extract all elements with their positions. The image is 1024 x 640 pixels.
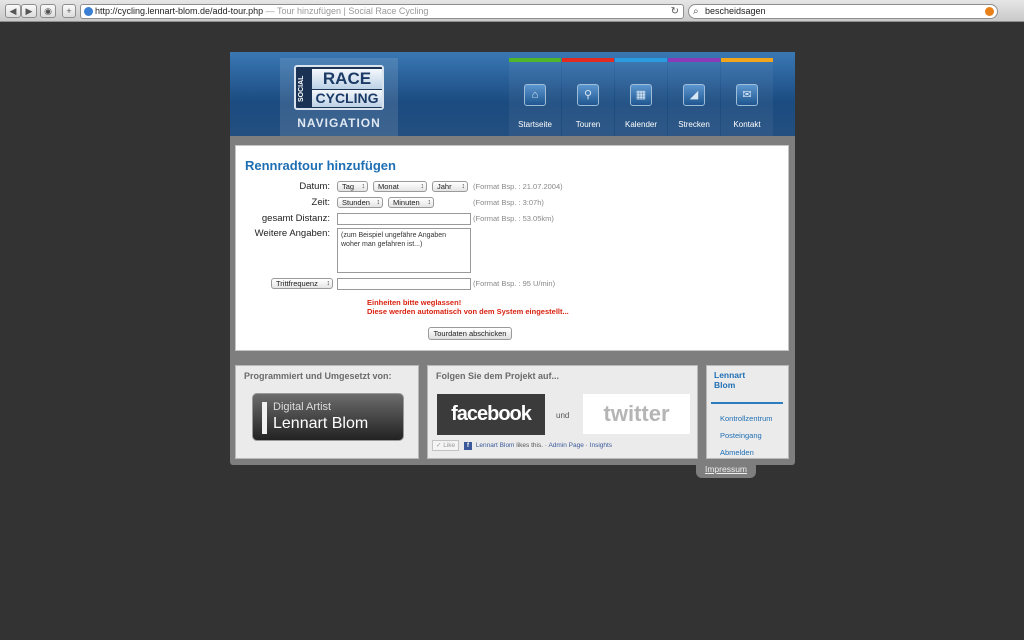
nav-label: Kontakt <box>733 120 761 129</box>
mail-icon: ✉ <box>736 84 758 106</box>
like-button[interactable]: ✓ Like <box>432 440 460 451</box>
stunden-select[interactable]: Stunden <box>337 197 383 208</box>
navigation-heading: NAVIGATION <box>297 116 381 130</box>
trittfrequenz-hint: (Format Bsp. : 95 U/min) <box>473 279 556 288</box>
site-frame: SOCIAL RACE CYCLING NAVIGATION ⌂ Startse… <box>230 52 795 465</box>
facebook-logo[interactable]: facebook <box>437 394 545 435</box>
impressum-link[interactable]: Impressum <box>705 464 747 474</box>
back-button[interactable]: ◀ <box>5 4 21 18</box>
like-name-link[interactable]: Lennart Blom <box>476 442 515 449</box>
admin-page-link[interactable]: Admin Page <box>548 442 583 449</box>
angaben-textarea[interactable]: (zum Beispiel ungefähre Angaben woher ma… <box>337 228 471 273</box>
da-top-text: Digital Artist <box>273 401 332 413</box>
nav-item-kalender[interactable]: ▦ Kalender <box>615 58 667 136</box>
nav-color-bar <box>562 58 614 62</box>
add-tab-button[interactable]: + <box>62 4 76 18</box>
history-icon[interactable]: ◉ <box>40 4 56 18</box>
credits-panel: Programmiert und Umgesetzt von: Digital … <box>235 365 419 459</box>
user-panel: Lennart Blom Kontrollzentrum Posteingang… <box>706 365 789 459</box>
site-header: SOCIAL RACE CYCLING NAVIGATION ⌂ Startse… <box>230 52 795 136</box>
impressum-tab: Impressum <box>696 461 756 478</box>
posteingang-link[interactable]: Posteingang <box>720 431 762 440</box>
kontrollzentrum-link[interactable]: Kontrollzentrum <box>720 414 773 423</box>
facebook-like-bar: ✓ Like f Lennart Blom likes this. · Admi… <box>432 439 694 453</box>
user-name: Lennart Blom <box>714 370 746 390</box>
logo-mark: SOCIAL RACE CYCLING <box>294 65 384 110</box>
twitter-logo[interactable]: twitter <box>583 394 690 434</box>
logo-cycling: CYCLING <box>312 90 382 107</box>
datum-label: Datum: <box>299 181 330 192</box>
digital-artist-logo[interactable]: Digital Artist Lennart Blom <box>252 393 404 441</box>
zeit-hint: (Format Bsp. : 3:07h) <box>473 198 544 207</box>
follow-title: Folgen Sie dem Projekt auf... <box>436 371 560 381</box>
submit-button[interactable]: Tourdaten abschicken <box>428 327 512 340</box>
logo-race: RACE <box>312 69 382 89</box>
distanz-hint: (Format Bsp. : 53.05km) <box>473 214 554 223</box>
nav-item-touren[interactable]: ⚲ Touren <box>562 58 614 136</box>
main-nav: ⌂ Startseite ⚲ Touren ▦ Kalender ◢ Strec… <box>509 58 773 136</box>
nav-item-startseite[interactable]: ⌂ Startseite <box>509 58 561 136</box>
like-text: likes this. <box>514 442 544 449</box>
trittfrequenz-input[interactable] <box>337 278 471 290</box>
credits-title: Programmiert und Umgesetzt von: <box>244 371 392 381</box>
reload-icon[interactable]: ↻ <box>671 5 679 18</box>
distanz-label: gesamt Distanz: <box>261 213 330 224</box>
page-title: Rennradtour hinzufügen <box>245 158 396 173</box>
nav-label: Touren <box>575 120 601 129</box>
minuten-select[interactable]: Minuten <box>388 197 434 208</box>
trittfrequenz-select[interactable]: Trittfrequenz <box>271 278 333 289</box>
route-icon: ◢ <box>683 84 705 106</box>
error-line-2: Diese werden automatisch von dem System … <box>367 307 569 316</box>
logo-bar <box>262 402 267 434</box>
url-text: http://cycling.lennart-blom.de/add-tour.… <box>95 6 264 16</box>
nav-color-bar <box>721 58 773 62</box>
form-panel: Rennradtour hinzufügen Datum: Tag Monat … <box>235 145 789 351</box>
page-title-text: Tour hinzufügen | Social Race Cycling <box>276 6 429 16</box>
search-go-icon[interactable] <box>985 7 994 16</box>
home-icon: ⌂ <box>524 84 546 106</box>
globe-icon <box>84 7 93 16</box>
tag-select[interactable]: Tag <box>337 181 368 192</box>
jahr-select[interactable]: Jahr <box>432 181 468 192</box>
nav-label: Kalender <box>624 120 658 129</box>
divider <box>711 402 783 404</box>
facebook-icon: f <box>464 442 472 450</box>
insights-link[interactable]: Insights <box>590 442 612 449</box>
nav-item-kontakt[interactable]: ✉ Kontakt <box>721 58 773 136</box>
datum-hint: (Format Bsp. : 21.07.2004) <box>473 182 563 191</box>
forward-button[interactable]: ▶ <box>21 4 37 18</box>
logo-social: SOCIAL <box>298 70 310 107</box>
search-bar[interactable]: ⌕ bescheidsagen <box>688 4 998 19</box>
address-bar[interactable]: http://cycling.lennart-blom.de/add-tour.… <box>80 4 684 19</box>
title-separator: — <box>263 6 277 16</box>
distanz-input[interactable] <box>337 213 471 225</box>
search-value: bescheidsagen <box>705 6 766 16</box>
nav-item-strecken[interactable]: ◢ Strecken <box>668 58 720 136</box>
da-bottom-text: Lennart Blom <box>273 415 369 432</box>
browser-toolbar: ◀ ▶ ◉ + http://cycling.lennart-blom.de/a… <box>0 0 1024 22</box>
nav-label: Strecken <box>678 120 710 129</box>
site-logo[interactable]: SOCIAL RACE CYCLING NAVIGATION <box>280 58 398 136</box>
nav-color-bar <box>668 58 720 62</box>
nav-color-bar <box>509 58 561 62</box>
nav-color-bar <box>615 58 667 62</box>
und-text: und <box>556 411 570 420</box>
error-line-1: Einheiten bitte weglassen! <box>367 298 462 307</box>
calendar-icon: ▦ <box>630 84 652 106</box>
search-icon: ⌕ <box>693 6 699 17</box>
follow-panel: Folgen Sie dem Projekt auf... facebook u… <box>427 365 698 459</box>
zeit-label: Zeit: <box>311 197 330 208</box>
bike-icon: ⚲ <box>577 84 599 106</box>
abmelden-link[interactable]: Abmelden <box>720 448 754 457</box>
monat-select[interactable]: Monat <box>373 181 427 192</box>
angaben-label: Weitere Angaben: <box>254 228 330 239</box>
nav-label: Startseite <box>518 120 552 129</box>
